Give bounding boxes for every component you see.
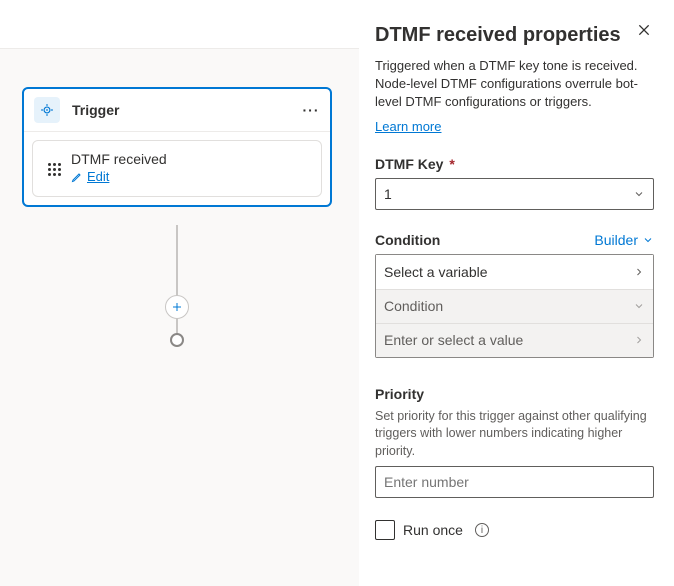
more-menu-icon[interactable]: ··· bbox=[302, 102, 320, 118]
edit-link-label: Edit bbox=[87, 169, 109, 184]
flow-canvas: Trigger ··· DTMF received Edit bbox=[0, 48, 359, 586]
run-once-label: Run once bbox=[403, 522, 463, 538]
priority-label: Priority bbox=[375, 386, 654, 402]
trigger-node-body[interactable]: DTMF received Edit bbox=[32, 140, 322, 197]
trigger-icon bbox=[34, 97, 60, 123]
condition-variable-select[interactable]: Select a variable bbox=[376, 255, 653, 289]
drag-handle-icon[interactable] bbox=[43, 151, 65, 176]
dtmf-key-select[interactable]: 1 bbox=[375, 178, 654, 210]
priority-helper: Set priority for this trigger against ot… bbox=[375, 408, 654, 461]
trigger-node[interactable]: Trigger ··· DTMF received Edit bbox=[22, 87, 332, 207]
chevron-down-icon bbox=[642, 234, 654, 246]
chevron-down-icon bbox=[633, 188, 645, 200]
add-step-button[interactable] bbox=[165, 295, 189, 319]
condition-mode-toggle[interactable]: Builder bbox=[594, 232, 654, 248]
condition-builder: Select a variable Condition Enter or sel… bbox=[375, 254, 654, 358]
edit-link[interactable]: Edit bbox=[71, 169, 109, 184]
panel-title: DTMF received properties bbox=[375, 24, 654, 47]
trigger-node-header: Trigger ··· bbox=[24, 89, 330, 132]
trigger-node-title: Trigger bbox=[72, 102, 302, 118]
chevron-down-icon bbox=[633, 300, 645, 312]
close-button[interactable] bbox=[636, 22, 652, 38]
pencil-icon bbox=[71, 171, 83, 183]
run-once-checkbox[interactable] bbox=[375, 520, 395, 540]
condition-operator-select: Condition bbox=[376, 289, 653, 323]
info-icon[interactable]: i bbox=[475, 523, 489, 537]
dtmf-key-label: DTMF Key * bbox=[375, 156, 654, 172]
condition-label: Condition Builder bbox=[375, 232, 654, 248]
plus-icon bbox=[171, 301, 183, 313]
chevron-right-icon bbox=[633, 334, 645, 346]
close-icon bbox=[636, 22, 652, 38]
priority-input[interactable] bbox=[375, 466, 654, 498]
learn-more-link[interactable]: Learn more bbox=[375, 119, 441, 134]
panel-description: Triggered when a DTMF key tone is receiv… bbox=[375, 57, 654, 112]
dtmf-key-value: 1 bbox=[384, 186, 392, 202]
trigger-body-title: DTMF received bbox=[71, 151, 311, 167]
condition-value-input: Enter or select a value bbox=[376, 323, 653, 357]
chevron-right-icon bbox=[633, 266, 645, 278]
flow-end-icon bbox=[170, 333, 184, 347]
properties-panel: DTMF received properties Triggered when … bbox=[359, 0, 674, 586]
